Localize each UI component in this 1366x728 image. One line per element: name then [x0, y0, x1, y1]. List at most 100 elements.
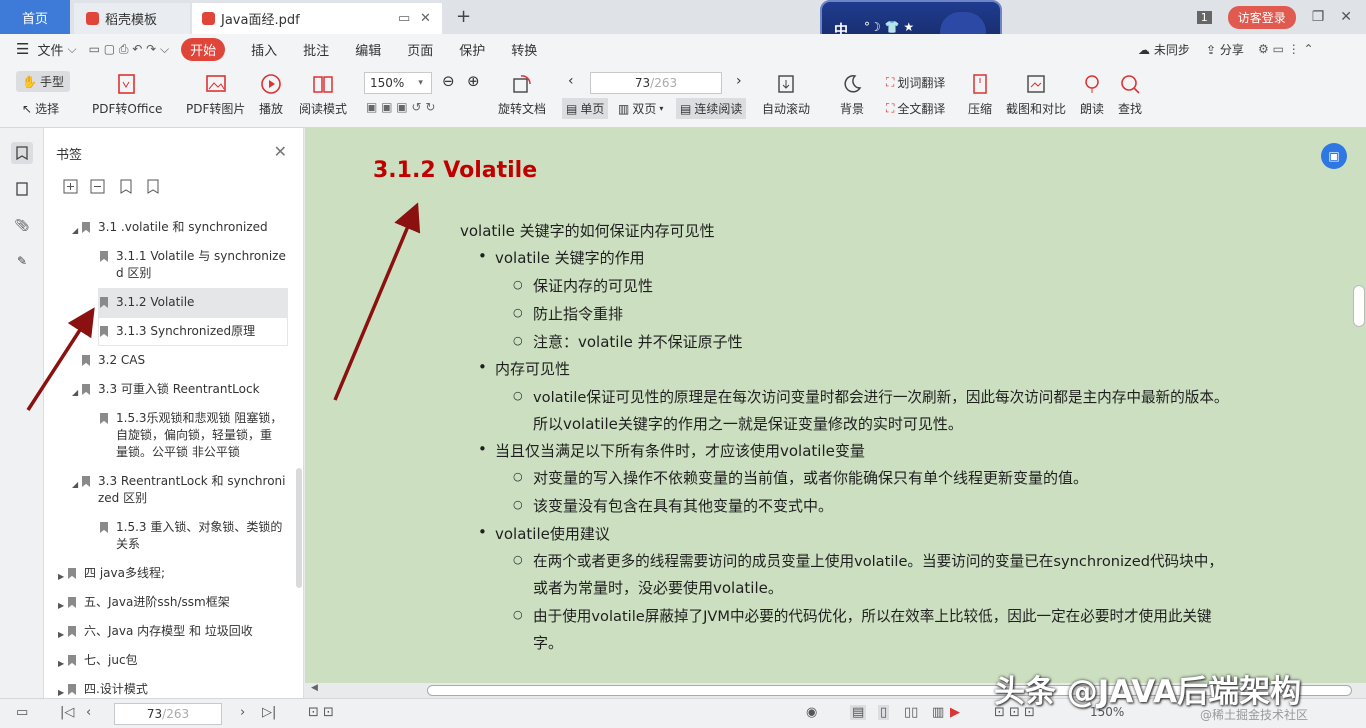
single-view-icon[interactable]: ▤	[850, 705, 867, 720]
menu-start[interactable]: 开始	[181, 37, 226, 61]
find-button[interactable]: 查找	[1118, 72, 1142, 117]
floating-tool-button[interactable]: ▣	[1321, 143, 1347, 169]
word-translate-button[interactable]: ⛶ 划词翻译	[886, 74, 945, 91]
bookmark-item[interactable]: ▶ 七、juc包	[58, 652, 138, 672]
play-button[interactable]: 播放	[259, 72, 283, 117]
zoom-out-icon[interactable]: ⊖	[442, 72, 455, 90]
panel-scrollbar[interactable]	[296, 468, 302, 588]
document-viewer[interactable]: 3.1.2 Volatile volatile 关键字的如何保证内存可见性 vo…	[305, 128, 1366, 683]
guest-login-button[interactable]: 访客登录	[1227, 5, 1296, 29]
tab-pdf[interactable]: Java面经.pdf ▭ ✕	[192, 3, 442, 34]
bookmark-item[interactable]: 3.1.3 Synchronized原理	[100, 323, 255, 340]
pdf-to-image-button[interactable]: PDF转图片	[186, 72, 245, 117]
next-page-icon[interactable]: ›	[240, 705, 245, 720]
close-icon[interactable]: ✕	[274, 142, 287, 161]
rotate-button[interactable]: 旋转文档	[498, 72, 546, 117]
menu-edit[interactable]: 编辑	[355, 40, 381, 59]
last-page-icon[interactable]: ▷|	[262, 705, 276, 720]
full-translate-button[interactable]: ⛶ 全文翻译	[886, 100, 945, 117]
bookmark-item[interactable]: ◢ 3.1 .volatile 和 synchronized	[72, 219, 268, 239]
chevron-down-icon[interactable]: ⌵	[67, 42, 76, 57]
bookmark-item[interactable]: 1.5.3 重入锁、对象锁、类锁的 关系	[100, 519, 282, 553]
tab-template[interactable]: 稻壳模板	[74, 3, 190, 34]
bookmark-item[interactable]: ▶ 四.设计模式	[58, 681, 148, 698]
bookmark-item[interactable]: 1.5.3乐观锁和悲观锁 阻塞锁， 自旋锁，偏向锁，轻量锁，重 量锁。公平锁 非公平…	[100, 410, 282, 461]
tab-home-label: 首页	[21, 11, 48, 27]
bookmark-item[interactable]: ▶ 四 java多线程;	[58, 565, 165, 585]
signature-icon[interactable]: ✎	[11, 250, 33, 272]
close-tab-icon[interactable]: ✕	[420, 11, 431, 26]
menu-protect[interactable]: 保护	[459, 40, 485, 59]
collapse-icon[interactable]: ◢	[72, 473, 82, 507]
expand-icon[interactable]: ▶	[58, 652, 68, 672]
bookmark-item[interactable]: ▶ 五、Java进阶ssh/ssm框架	[58, 594, 230, 614]
bookmark-item[interactable]: ◢ 3.3 ReentrantLock 和 synchroni zed 区别	[72, 473, 285, 507]
first-page-icon[interactable]: |◁	[60, 705, 74, 720]
new-tab-icon[interactable]: +	[456, 6, 471, 27]
select-tool-button[interactable]: ↖ 选择	[22, 100, 59, 117]
page-input[interactable]: 73/263	[590, 72, 722, 94]
sidebar-toggle-icon[interactable]: ▭	[16, 705, 28, 720]
expand-icon[interactable]: ▶	[58, 623, 68, 643]
single-page-button[interactable]: ▤ 单页	[562, 98, 609, 119]
quick-access-icons[interactable]: ▭ ▢ ⎙ ↶ ↷ ⌵	[89, 42, 170, 57]
close-window-icon[interactable]: ✕	[1340, 9, 1352, 25]
collapse-icon[interactable]: ◢	[72, 381, 82, 401]
zoom-select[interactable]: 150% ▾	[364, 72, 432, 94]
bookmark-outline-icon[interactable]	[144, 178, 162, 196]
bookmark-icon	[68, 655, 76, 666]
pdf-to-office-button[interactable]: PDF转Office	[92, 72, 162, 117]
screenshot-compare-button[interactable]: 截图和对比	[1006, 72, 1066, 117]
back-icon[interactable]: ⊡ ⊡	[308, 705, 334, 720]
menu-page[interactable]: 页面	[407, 40, 433, 59]
page-view-icon[interactable]: ▯	[878, 705, 890, 720]
collapse-icon[interactable]: ◢	[72, 219, 82, 239]
continuous-read-button[interactable]: ▤ 连续阅读	[676, 98, 747, 119]
next-page-icon[interactable]: ›	[736, 73, 742, 89]
bookmark-item[interactable]: 3.1.1 Volatile 与 synchronize d 区别	[100, 248, 286, 282]
prev-page-icon[interactable]: ‹	[86, 705, 91, 720]
vertical-scrollbar-thumb[interactable]	[1353, 285, 1365, 327]
bookmark-item[interactable]: ▶ 六、Java 内存模型 和 垃圾回收	[58, 623, 253, 643]
read-mode-button[interactable]: 阅读模式	[299, 72, 347, 117]
menu-insert[interactable]: 插入	[251, 40, 277, 59]
menu-file[interactable]: 文件	[37, 40, 63, 59]
play-status-icon[interactable]: ▶	[950, 705, 960, 720]
bookmark-panel-icon[interactable]	[11, 142, 33, 164]
tab-home[interactable]: 首页	[0, 0, 70, 34]
background-button[interactable]: 背景	[840, 72, 864, 117]
expand-icon[interactable]: ▶	[58, 594, 68, 614]
hamburger-icon[interactable]: ☰	[16, 40, 29, 58]
eye-protect-icon[interactable]: ◉	[806, 705, 817, 720]
attachment-icon[interactable]: 📎︎	[11, 214, 33, 236]
remove-bookmark-icon[interactable]	[89, 178, 107, 196]
bookmark-item[interactable]: 3.1.2 Volatile	[100, 294, 194, 311]
zoom-in-icon[interactable]: ⊕	[467, 72, 480, 90]
expand-icon[interactable]: ▶	[58, 565, 68, 585]
thumbnail-icon[interactable]	[11, 178, 33, 200]
menu-convert[interactable]: 转换	[511, 40, 537, 59]
float-window-icon[interactable]: ▭	[398, 11, 410, 26]
bookmark-add-icon[interactable]	[117, 178, 135, 196]
page-fit-icons[interactable]: ▣ ▣ ▣ ↺ ↻	[366, 100, 435, 114]
menu-comment[interactable]: 批注	[303, 40, 329, 59]
share-button[interactable]: ⇪ 分享	[1206, 41, 1244, 58]
auto-scroll-button[interactable]: 自动滚动	[762, 72, 810, 117]
add-bookmark-icon[interactable]	[62, 178, 80, 196]
hand-tool-button[interactable]: ✋ 手型	[16, 71, 70, 92]
restore-icon[interactable]: ❐	[1312, 9, 1325, 25]
prev-page-icon[interactable]: ‹	[568, 73, 574, 89]
expand-icon[interactable]: ▶	[58, 681, 68, 698]
double-view-icon[interactable]: ▯▯	[904, 705, 918, 720]
section-heading: 3.1.2 Volatile	[373, 158, 538, 183]
book-view-icon[interactable]: ▥	[932, 705, 944, 720]
settings-icon[interactable]: ⚙ ▭ ⋮ ⌃	[1258, 42, 1314, 56]
compress-button[interactable]: 压缩	[968, 72, 992, 117]
status-page-input[interactable]: 73/263	[114, 703, 222, 725]
scroll-left-icon[interactable]: ◀	[311, 683, 318, 693]
read-aloud-button[interactable]: 朗读	[1080, 72, 1104, 117]
bookmark-item[interactable]: ◢ 3.3 可重入锁 ReentrantLock	[72, 381, 260, 401]
bookmark-item[interactable]: 3.2 CAS	[82, 352, 145, 369]
sync-status[interactable]: ☁ 未同步	[1138, 41, 1190, 58]
double-page-button[interactable]: ▥ 双页 ▾	[618, 100, 663, 117]
